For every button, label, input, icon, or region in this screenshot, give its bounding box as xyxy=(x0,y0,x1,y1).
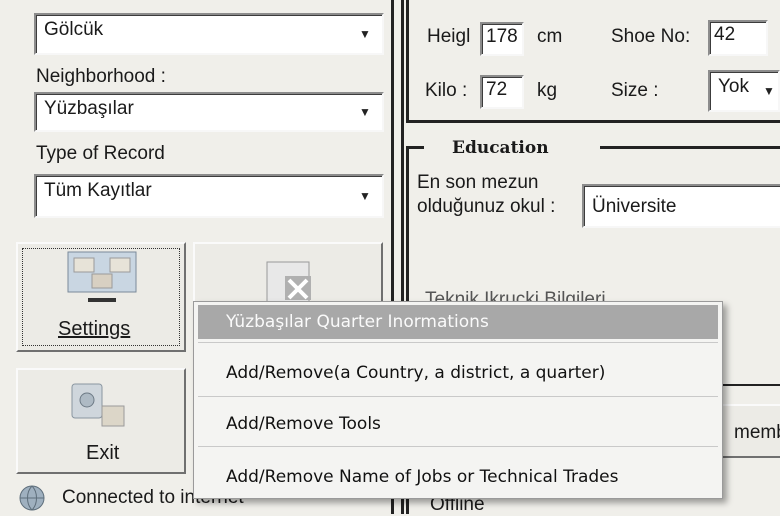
size-combo[interactable]: Yok ▼ xyxy=(708,70,780,112)
neighborhood-label: Neighborhood : xyxy=(36,66,166,87)
menu-separator xyxy=(198,396,718,397)
context-menu: Yüzbaşılar Quarter Inormations Add/Remov… xyxy=(193,301,723,499)
weight-field[interactable]: 72 xyxy=(480,75,524,109)
chevron-down-icon[interactable]: ▼ xyxy=(352,19,378,49)
chevron-down-icon[interactable]: ▼ xyxy=(352,180,378,212)
tool-button[interactable] xyxy=(193,242,383,302)
settings-button[interactable]: Settings xyxy=(16,242,186,352)
school-field-value: Üniversite xyxy=(592,196,677,217)
height-unit: cm xyxy=(537,26,563,47)
member-button[interactable]: memb xyxy=(718,404,780,458)
district-combo[interactable]: Gölcük ▼ xyxy=(34,13,384,55)
exit-button-label: Exit xyxy=(86,442,120,464)
weight-label: Kilo : xyxy=(425,80,468,101)
weight-unit: kg xyxy=(537,80,558,101)
settings-monitor-icon xyxy=(67,251,137,302)
group-border xyxy=(600,146,780,149)
record-type-label: Type of Record xyxy=(36,143,165,164)
school-field[interactable]: Üniversite xyxy=(582,184,780,228)
menu-separator xyxy=(198,446,718,447)
menu-item-add-remove-location[interactable]: Add/Remove(a Country, a district, a quar… xyxy=(198,356,718,390)
chevron-down-icon[interactable]: ▼ xyxy=(352,98,378,126)
menu-separator xyxy=(198,342,718,343)
exit-button[interactable]: Exit xyxy=(16,368,186,474)
menu-item-add-remove-jobs[interactable]: Add/Remove Name of Jobs or Technical Tra… xyxy=(198,460,718,494)
record-type-combo-value: Tüm Kayıtlar xyxy=(44,180,152,201)
record-type-combo[interactable]: Tüm Kayıtlar ▼ xyxy=(34,174,384,218)
group-border xyxy=(406,146,424,149)
height-field[interactable]: 178 xyxy=(480,22,524,56)
neighborhood-combo-value: Yüzbaşılar xyxy=(44,98,134,119)
shoe-label: Shoe No: xyxy=(611,26,691,47)
group-border xyxy=(406,0,409,122)
group-border xyxy=(406,120,780,123)
shoe-field[interactable]: 42 xyxy=(708,20,768,56)
member-button-label: memb xyxy=(734,422,780,443)
size-combo-value: Yok xyxy=(718,76,749,97)
exit-icon xyxy=(71,383,125,427)
settings-button-label: Settings xyxy=(58,318,131,340)
document-x-icon xyxy=(266,261,311,302)
globe-icon xyxy=(19,485,45,511)
education-title: Education xyxy=(452,138,549,158)
group-border xyxy=(720,384,780,386)
district-combo-value: Gölcük xyxy=(44,19,104,40)
neighborhood-combo[interactable]: Yüzbaşılar ▼ xyxy=(34,92,384,132)
height-label: Heigl xyxy=(427,26,471,47)
school-label-line1: En son mezun xyxy=(417,172,539,193)
chevron-down-icon[interactable]: ▼ xyxy=(756,76,780,106)
size-label: Size : xyxy=(611,80,659,101)
menu-item-add-remove-tools[interactable]: Add/Remove Tools xyxy=(198,407,718,441)
school-label-line2: olduğunuz okul : xyxy=(417,196,556,217)
menu-item-quarter-info[interactable]: Yüzbaşılar Quarter Inormations xyxy=(198,305,718,339)
